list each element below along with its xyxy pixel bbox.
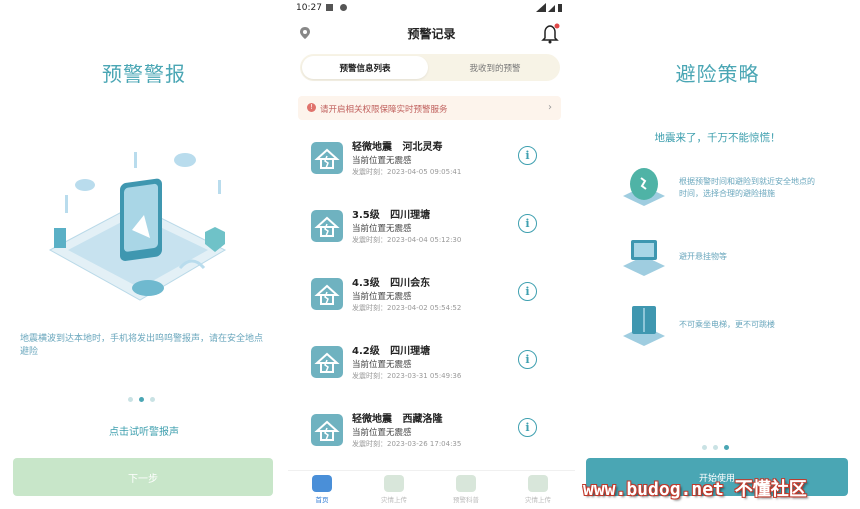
tip-text: 避开悬挂物等 <box>679 252 727 261</box>
quake-title: 3.5级 四川理塘 <box>352 210 431 221</box>
home-icon <box>312 475 332 492</box>
info-icon[interactable]: i <box>518 418 537 437</box>
page-indicator <box>702 445 729 450</box>
tip-text: 不可乘坐电梯，更不可跳楼 <box>679 320 775 329</box>
screen-title: 避险策略 <box>675 62 760 86</box>
quake-time: 发震时刻：2023-04-05 09:05:41 <box>352 168 462 176</box>
listen-alarm-link[interactable]: 点击试听警报声 <box>0 423 288 438</box>
signal-battery-icon <box>536 3 562 12</box>
tab-warning-list[interactable]: 预警信息列表 <box>302 56 428 79</box>
info-icon[interactable]: i <box>518 146 537 165</box>
info-icon[interactable]: i <box>518 282 537 301</box>
chevron-right-icon: › <box>548 102 552 113</box>
quake-status: 当前位置无震感 <box>352 224 412 234</box>
info-icon[interactable]: i <box>518 350 537 369</box>
nav-label: 预警科普 <box>453 496 479 504</box>
quake-title: 4.2级 四川理塘 <box>352 346 431 357</box>
elevator-icon <box>623 306 665 346</box>
nav-label: 首页 <box>315 496 329 504</box>
nav-warning-education[interactable]: 预警科普 <box>436 475 496 504</box>
quake-status: 当前位置无震感 <box>352 156 412 166</box>
nav-disaster-upload-2[interactable]: 灾情上传 <box>508 475 568 504</box>
list-item[interactable]: 4.3级 四川会东 当前位置无震感 发震时刻：2023-04-02 05:54:… <box>298 272 564 334</box>
nav-disaster-upload[interactable]: 灾情上传 <box>364 475 424 504</box>
quake-time: 发震时刻：2023-03-26 17:04:35 <box>352 440 462 448</box>
quake-time: 发震时刻：2023-04-02 05:54:52 <box>352 304 462 312</box>
onboarding-alarm-screen: 预警警报 地震横波到达本地时，手机将发出呜呜警报声，请在安全地点避险 点击试听警… <box>0 0 288 509</box>
house-quake-icon <box>311 210 343 242</box>
page-dot <box>713 445 718 450</box>
header-bar: 预警记录 <box>288 20 575 46</box>
list-item[interactable]: 轻微地震 河北灵寿 当前位置无震感 发震时刻：2023-04-05 09:05:… <box>298 136 564 198</box>
notice-text: 请开启相关权限保障实时预警服务 <box>320 105 448 115</box>
book-icon <box>456 475 476 492</box>
page-indicator <box>128 397 155 402</box>
tip-text: 根据预警时间和避险到就近安全地点的时间，选择合理的避险措施 <box>679 177 815 198</box>
page-dot <box>702 445 707 450</box>
list-item[interactable]: 轻微地震 西藏洛隆 当前位置无震感 发震时刻：2023-03-26 17:04:… <box>298 408 564 470</box>
page-dot-active <box>139 397 144 402</box>
nav-home[interactable]: 首页 <box>292 475 352 504</box>
alarm-description: 地震横波到达本地时，手机将发出呜呜警报声，请在安全地点避险 <box>20 334 264 357</box>
gallery-icon <box>326 4 333 11</box>
quake-title: 轻微地震 河北灵寿 <box>352 142 443 153</box>
house-icon <box>528 475 548 492</box>
info-icon[interactable]: i <box>518 214 537 233</box>
nav-label: 灾情上传 <box>525 496 551 504</box>
bottom-navigation: 首页 灾情上传 预警科普 灾情上传 <box>288 470 575 509</box>
bell-icon[interactable] <box>540 22 562 44</box>
status-time: 10:27 <box>296 3 322 13</box>
tab-received-warnings[interactable]: 我收到的预警 <box>432 56 558 79</box>
house-quake-icon <box>311 142 343 174</box>
next-button[interactable]: 下一步 <box>13 458 273 496</box>
alarm-illustration <box>48 152 227 301</box>
cloud-upload-icon <box>384 475 404 492</box>
avoidance-strategy-screen: 避险策略 地震来了，千万不能惊慌！ 根据预警时间和避险到就近安全地点的时间，选择… <box>575 0 860 509</box>
page-dot <box>128 397 133 402</box>
page-dot-active <box>724 445 729 450</box>
nav-label: 灾情上传 <box>381 496 407 504</box>
alert-icon: ! <box>307 103 316 112</box>
hanging-object-icon <box>623 240 665 276</box>
house-quake-icon <box>311 278 343 310</box>
permission-notice[interactable]: ! 请开启相关权限保障实时预警服务 › <box>298 96 561 120</box>
warning-records-screen: 10:27 预警记录 预警信息列表 我收到的预警 ! 请开启相关权限保障实时预警… <box>288 0 575 509</box>
quake-title: 轻微地震 西藏洛隆 <box>352 414 443 425</box>
list-item[interactable]: 4.2级 四川理塘 当前位置无震感 发震时刻：2023-03-31 05:49:… <box>298 340 564 402</box>
house-quake-icon <box>311 346 343 378</box>
record-icon <box>340 4 347 11</box>
page-title: 预警记录 <box>407 27 456 41</box>
quake-status: 当前位置无震感 <box>352 292 412 302</box>
status-bar: 10:27 <box>288 0 575 16</box>
page-dot <box>150 397 155 402</box>
list-item[interactable]: 3.5级 四川理塘 当前位置无震感 发震时刻：2023-04-04 05:12:… <box>298 204 564 266</box>
run-to-safety-icon <box>623 168 665 206</box>
tab-switcher: 预警信息列表 我收到的预警 <box>300 54 560 81</box>
screen-title: 预警警报 <box>102 62 186 86</box>
quake-time: 发震时刻：2023-04-04 05:12:30 <box>352 236 462 244</box>
quake-title: 4.3级 四川会东 <box>352 278 431 289</box>
house-quake-icon <box>311 414 343 446</box>
screen-subtitle: 地震来了，千万不能惊慌！ <box>654 132 781 144</box>
quake-time: 发震时刻：2023-03-31 05:49:36 <box>352 372 462 380</box>
quake-status: 当前位置无震感 <box>352 360 412 370</box>
site-watermark: www.budog.net 不懂社区 <box>583 479 807 500</box>
quake-status: 当前位置无震感 <box>352 428 412 438</box>
